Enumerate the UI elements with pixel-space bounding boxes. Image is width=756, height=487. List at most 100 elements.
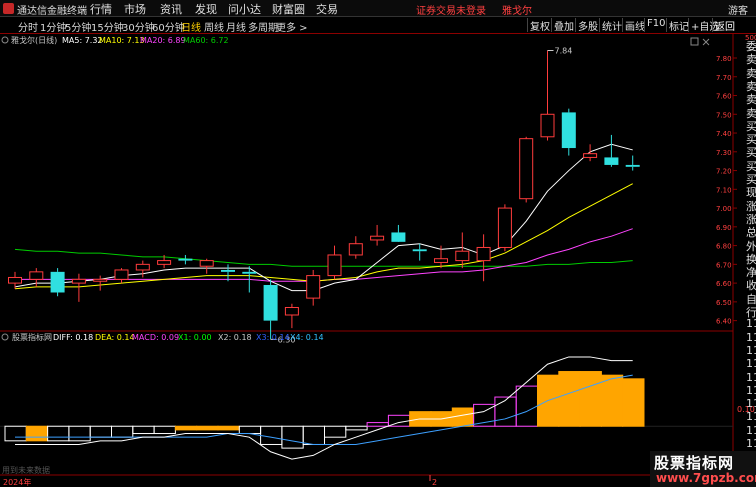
menu-quotes[interactable]: 行情 <box>90 1 112 17</box>
window-controls[interactable] <box>690 37 710 46</box>
histogram-bar <box>494 396 517 427</box>
candle-body-up <box>157 260 172 265</box>
quote-panel-item: 11:29 <box>746 343 756 357</box>
quote-panel-item: 11:29 <box>746 423 756 437</box>
quote-panel-clip: 500 委比卖五卖四卖三卖二卖一买一买二买三买四买五现价涨跌涨幅总量外盘换手净资… <box>744 34 756 451</box>
histogram-bar <box>153 425 176 435</box>
candle-body-up <box>135 263 150 271</box>
chart-canvas[interactable]: 雅戈尔(日线) MA5: 7.32 MA10: 7.13 MA20: 6.89 … <box>0 34 756 487</box>
menu-discover[interactable]: 发现 <box>195 1 217 17</box>
histogram-bar <box>217 425 240 431</box>
chart-area[interactable]: 雅戈尔(日线) MA5: 7.32 MA10: 7.13 MA20: 6.89 … <box>0 34 756 487</box>
quote-panel-item: 11:29 <box>746 370 756 384</box>
histogram-bar <box>196 425 219 431</box>
price-tick-label: 6.70 <box>716 261 732 269</box>
watermark-title: 股票指标网 <box>654 454 735 472</box>
overlay-button[interactable]: 叠加 <box>551 18 575 33</box>
period-intraday[interactable]: 分时 <box>18 19 38 34</box>
main-legend-title: 雅戈尔(日线) <box>11 35 57 45</box>
menu-market[interactable]: 市场 <box>124 1 146 17</box>
candle-body-down <box>178 258 193 261</box>
period-weekly[interactable]: 周线 <box>204 19 224 34</box>
watermark: 股票指标网 www.7gpzb.com <box>650 451 756 487</box>
price-tick-label: 7.20 <box>716 168 732 176</box>
histogram-bar <box>558 371 581 427</box>
menu-trade[interactable]: 交易 <box>316 1 338 17</box>
price-tick-label: 6.40 <box>716 318 732 326</box>
candle-body-up <box>71 278 86 284</box>
period-monthly[interactable]: 月线 <box>226 19 246 34</box>
candle-body-up <box>434 258 448 263</box>
histogram-bar <box>324 425 347 438</box>
histogram-bar <box>366 422 389 427</box>
candle-body-down <box>242 271 257 274</box>
menu-wealth[interactable]: 财富圈 <box>272 1 305 17</box>
macd-label: MACD: 0.09 <box>132 333 179 342</box>
histogram-bar <box>238 425 262 435</box>
candle-body-down <box>391 232 406 242</box>
period-1min[interactable]: 1分钟 <box>40 19 66 34</box>
quote-panel-item: 11:29 <box>746 397 756 411</box>
candle-body-up <box>199 260 214 267</box>
period-5min[interactable]: 5分钟 <box>65 19 91 34</box>
histogram-bar <box>174 425 198 431</box>
f10-button[interactable]: F10 <box>644 18 666 32</box>
add-watchlist-button[interactable]: +自选 <box>688 18 719 33</box>
period-multi[interactable]: 多周期 <box>248 19 278 34</box>
price-tick-label: 7.70 <box>716 74 732 82</box>
dea-label: DEA: 0.14 <box>95 333 135 342</box>
period-daily[interactable]: 日线 <box>181 19 201 34</box>
diff-label: DIFF: 0.18 <box>53 333 93 342</box>
quote-panel-item: 11:29 <box>746 437 756 450</box>
ma10-label: MA10: 7.13 <box>99 36 145 45</box>
ma5-line <box>14 143 633 292</box>
indicator-histogram <box>0 371 733 449</box>
period-more[interactable]: 更多 > <box>276 19 308 34</box>
period-30min[interactable]: 30分钟 <box>122 19 155 34</box>
quote-panel-item: 11:29 <box>746 317 756 331</box>
legend-toggle-icon[interactable] <box>1 36 9 44</box>
candle-body-up <box>455 250 470 262</box>
menu-ask[interactable]: 问小达 <box>228 1 261 17</box>
quote-panel-item: 11:29 <box>746 383 756 397</box>
histogram-bar <box>281 425 304 449</box>
x3-label: X3: 0.14 <box>256 333 290 342</box>
price-tick-label: 6.50 <box>716 299 732 307</box>
price-tick-label: 7.30 <box>716 149 732 157</box>
moving-average-lines <box>14 143 633 292</box>
candle-body-down <box>625 164 640 167</box>
x1-label: X1: 0.00 <box>178 333 212 342</box>
price-tick-label: 7.80 <box>716 55 732 63</box>
sub-chart-title: 股票指标网 <box>12 332 52 342</box>
histogram-bar <box>260 425 283 445</box>
high-label: 7.84 <box>555 47 573 56</box>
guest-label[interactable]: 游客 <box>728 2 748 17</box>
mark-button[interactable]: 标记 <box>666 18 689 33</box>
x2-label: X2: 0.18 <box>218 333 252 342</box>
maximize-icon[interactable] <box>690 37 699 46</box>
sub-legend-toggle-icon[interactable] <box>1 333 9 341</box>
candle-body-up <box>284 306 299 316</box>
login-notice[interactable]: 证券交易未登录 <box>416 2 486 17</box>
price-tick-label: 7.60 <box>716 93 732 101</box>
candle-body-down <box>412 249 427 252</box>
candle-body-down <box>50 271 65 293</box>
period-60min[interactable]: 60分钟 <box>152 19 185 34</box>
candle-body-up <box>583 153 598 158</box>
quote-panel-item: 11:29 <box>746 357 756 371</box>
adjust-button[interactable]: 复权 <box>527 18 551 33</box>
draw-line-button[interactable]: 画线 <box>622 18 645 33</box>
quote-panel-item: 11:29 <box>746 410 756 424</box>
multi-stock-button[interactable]: 多股 <box>575 18 599 33</box>
period-15min[interactable]: 15分钟 <box>91 19 124 34</box>
histogram-bar <box>600 374 624 427</box>
candle-body-down <box>561 112 576 149</box>
histogram-bar <box>4 425 27 442</box>
menu-news[interactable]: 资讯 <box>160 1 182 17</box>
high-annotation: 7.84 <box>547 47 573 56</box>
histogram-bar <box>515 385 539 427</box>
back-button[interactable]: 返回 <box>712 18 736 33</box>
stats-button[interactable]: 统计 <box>599 18 622 33</box>
ma20-label: MA20: 6.89 <box>140 36 186 45</box>
future-data-caption: 用到未来数据 <box>2 465 50 475</box>
